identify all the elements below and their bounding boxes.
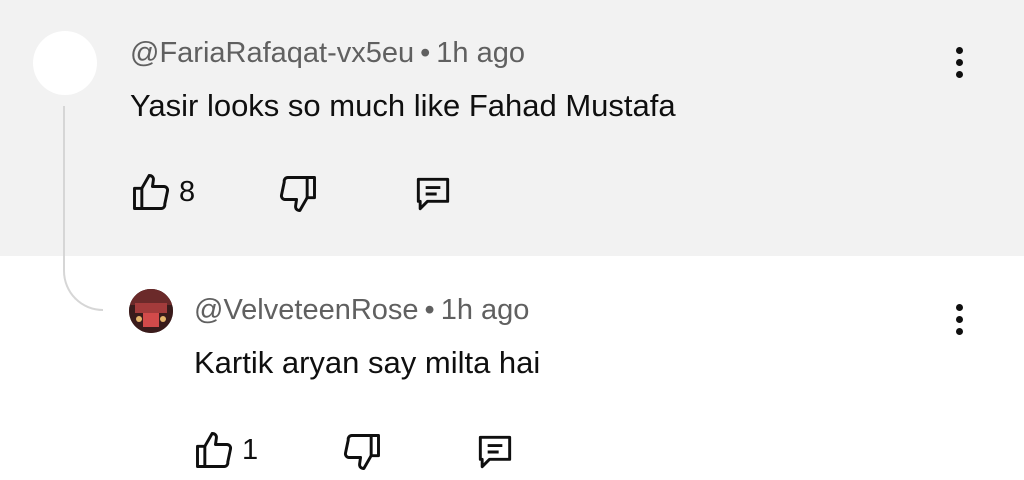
like-button[interactable]: 1	[192, 428, 258, 472]
comment-author[interactable]: @FariaRafaqat-vx5eu	[130, 37, 414, 69]
comment-text: Kartik aryan say milta hai	[194, 345, 541, 380]
comment-author[interactable]: @VelveteenRose	[194, 294, 419, 326]
dislike-button[interactable]	[340, 430, 384, 474]
thumbs-down-icon	[344, 434, 380, 470]
dislike-button[interactable]	[276, 172, 320, 216]
reply-icon	[478, 435, 512, 469]
like-button[interactable]: 8	[129, 170, 195, 214]
thumbs-up-icon	[133, 174, 169, 210]
like-count: 1	[242, 433, 259, 466]
comment-time: 1h ago	[436, 37, 525, 69]
comment-meta: @FariaRafaqat-vx5eu • 1h ago	[130, 37, 525, 70]
more-vert-icon[interactable]	[944, 42, 974, 82]
profile-photo-image	[129, 289, 173, 333]
comment-meta: @VelveteenRose • 1h ago	[194, 294, 529, 327]
reply-icon	[416, 177, 450, 211]
avatar[interactable]	[129, 289, 173, 333]
reply-button[interactable]	[472, 430, 518, 474]
avatar[interactable]	[33, 31, 97, 95]
more-vert-icon[interactable]	[944, 299, 974, 339]
meta-separator: •	[420, 37, 431, 69]
comment-time: 1h ago	[440, 294, 530, 326]
like-count: 8	[179, 175, 196, 208]
comment-text: Yasir looks so much like Fahad Mustafa	[130, 88, 676, 123]
thumbs-up-icon	[196, 432, 232, 468]
meta-separator: •	[424, 294, 435, 326]
thread-connector-line	[63, 106, 103, 311]
thumbs-down-icon	[280, 176, 316, 212]
reply-button[interactable]	[410, 172, 456, 216]
